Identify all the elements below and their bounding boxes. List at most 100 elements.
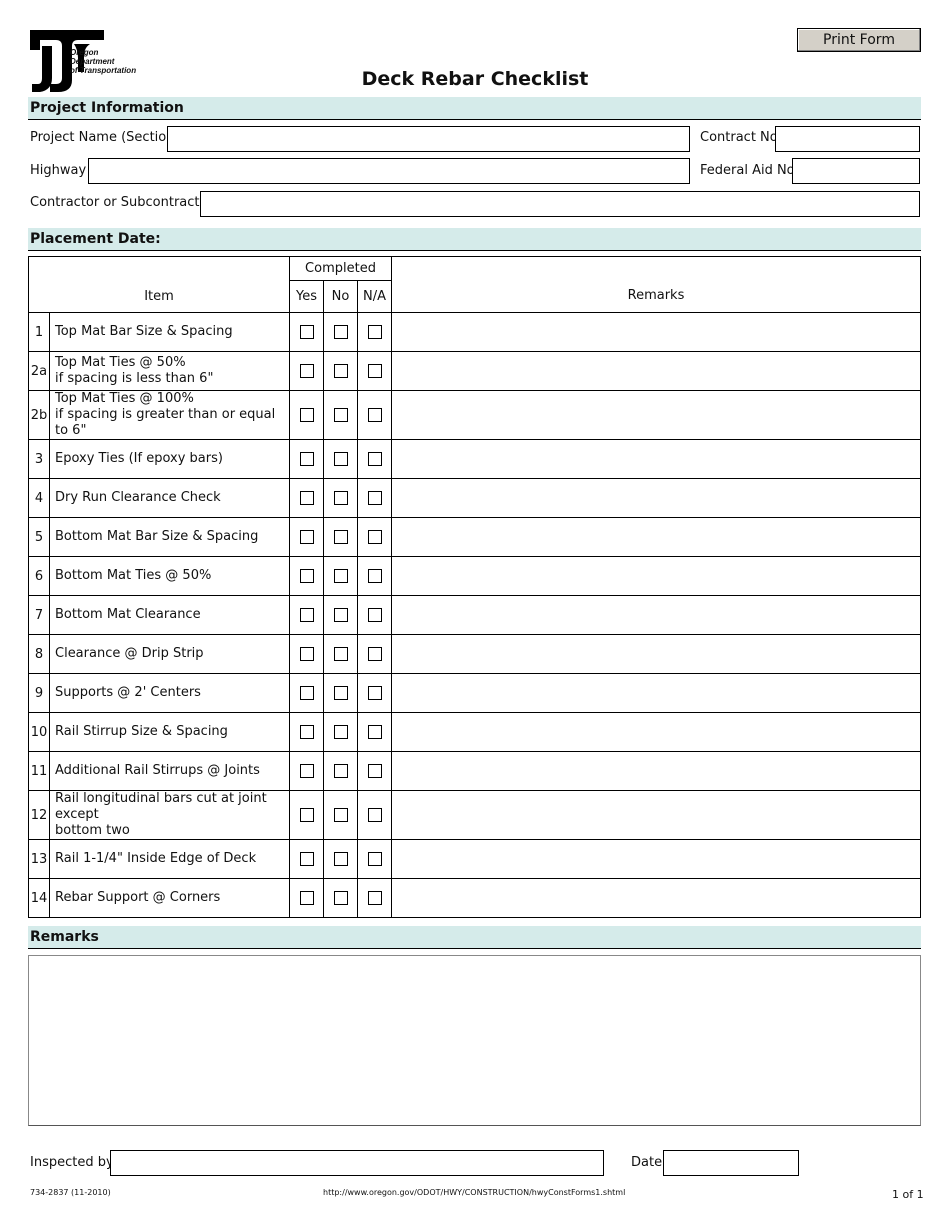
no-cell — [323, 712, 358, 752]
na-checkbox[interactable] — [367, 764, 382, 778]
yes-checkbox[interactable] — [299, 364, 314, 378]
remarks-cell[interactable] — [391, 556, 921, 596]
item-number: 1 — [28, 312, 50, 352]
yes-checkbox[interactable] — [299, 608, 314, 622]
remarks-cell[interactable] — [391, 751, 921, 791]
no-cell — [323, 439, 358, 479]
contractor-field[interactable] — [200, 191, 920, 217]
yes-checkbox[interactable] — [299, 325, 314, 339]
no-checkbox[interactable] — [333, 364, 348, 378]
print-form-button[interactable]: Print Form — [797, 28, 921, 52]
item-text-line1: Bottom Mat Clearance — [55, 607, 201, 622]
remarks-textarea[interactable] — [28, 955, 921, 1126]
item-description: Bottom Mat Bar Size & Spacing — [49, 517, 290, 557]
na-checkbox[interactable] — [367, 491, 382, 505]
remarks-cell[interactable] — [391, 517, 921, 557]
na-checkbox[interactable] — [367, 408, 382, 422]
no-checkbox[interactable] — [333, 408, 348, 422]
na-cell — [357, 634, 392, 674]
na-checkbox[interactable] — [367, 452, 382, 466]
na-cell — [357, 439, 392, 479]
header-na: N/A — [357, 280, 392, 313]
contract-no-field[interactable] — [775, 126, 920, 152]
remarks-cell[interactable] — [391, 312, 921, 352]
no-cell — [323, 839, 358, 879]
yes-cell — [289, 312, 324, 352]
no-checkbox[interactable] — [333, 569, 348, 583]
no-checkbox[interactable] — [333, 530, 348, 544]
remarks-cell[interactable] — [391, 878, 921, 918]
remarks-cell[interactable] — [391, 478, 921, 518]
yes-checkbox[interactable] — [299, 725, 314, 739]
no-checkbox[interactable] — [333, 764, 348, 778]
no-checkbox[interactable] — [333, 452, 348, 466]
remarks-cell[interactable] — [391, 595, 921, 635]
remarks-cell[interactable] — [391, 634, 921, 674]
checklist-row: 13 Rail 1-1/4" Inside Edge of Deck — [28, 839, 921, 879]
remarks-cell[interactable] — [391, 839, 921, 879]
yes-cell — [289, 673, 324, 713]
na-cell — [357, 790, 392, 840]
na-checkbox[interactable] — [367, 686, 382, 700]
na-checkbox[interactable] — [367, 808, 382, 822]
no-checkbox[interactable] — [333, 686, 348, 700]
na-checkbox[interactable] — [367, 530, 382, 544]
remarks-cell[interactable] — [391, 673, 921, 713]
federal-aid-no-field[interactable] — [792, 158, 920, 184]
yes-checkbox[interactable] — [299, 408, 314, 422]
yes-checkbox[interactable] — [299, 852, 314, 866]
yes-checkbox[interactable] — [299, 808, 314, 822]
item-description: Top Mat Bar Size & Spacing — [49, 312, 290, 352]
checklist-row: 5 Bottom Mat Bar Size & Spacing — [28, 517, 921, 557]
item-number: 3 — [28, 439, 50, 479]
na-checkbox[interactable] — [367, 325, 382, 339]
no-checkbox[interactable] — [333, 725, 348, 739]
remarks-cell[interactable] — [391, 439, 921, 479]
na-checkbox[interactable] — [367, 569, 382, 583]
na-checkbox[interactable] — [367, 852, 382, 866]
remarks-cell[interactable] — [391, 351, 921, 391]
no-cell — [323, 390, 358, 440]
no-checkbox[interactable] — [333, 325, 348, 339]
remarks-cell[interactable] — [391, 790, 921, 840]
checklist-row: 10 Rail Stirrup Size & Spacing — [28, 712, 921, 752]
yes-checkbox[interactable] — [299, 452, 314, 466]
section-heading-project-information: Project Information — [28, 97, 921, 120]
na-checkbox[interactable] — [367, 364, 382, 378]
yes-checkbox[interactable] — [299, 491, 314, 505]
header-no: No — [323, 280, 358, 313]
header-remarks: Remarks — [391, 256, 921, 313]
yes-checkbox[interactable] — [299, 686, 314, 700]
item-number: 8 — [28, 634, 50, 674]
no-checkbox[interactable] — [333, 808, 348, 822]
no-checkbox[interactable] — [333, 647, 348, 661]
highway-field[interactable] — [88, 158, 690, 184]
na-checkbox[interactable] — [367, 608, 382, 622]
na-checkbox[interactable] — [367, 725, 382, 739]
yes-cell — [289, 351, 324, 391]
date-field[interactable] — [663, 1150, 799, 1176]
no-checkbox[interactable] — [333, 852, 348, 866]
na-checkbox[interactable] — [367, 647, 382, 661]
header-item: Item — [28, 256, 290, 313]
yes-checkbox[interactable] — [299, 891, 314, 905]
no-checkbox[interactable] — [333, 491, 348, 505]
inspected-by-field[interactable] — [110, 1150, 604, 1176]
yes-checkbox[interactable] — [299, 530, 314, 544]
item-description: Top Mat Ties @ 100% if spacing is greater… — [49, 390, 290, 440]
checklist-row: 14 Rebar Support @ Corners — [28, 878, 921, 918]
yes-checkbox[interactable] — [299, 647, 314, 661]
yes-checkbox[interactable] — [299, 764, 314, 778]
no-checkbox[interactable] — [333, 891, 348, 905]
project-name-field[interactable] — [167, 126, 690, 152]
item-number: 13 — [28, 839, 50, 879]
yes-checkbox[interactable] — [299, 569, 314, 583]
na-checkbox[interactable] — [367, 891, 382, 905]
logo-line: Department — [70, 57, 115, 66]
remarks-cell[interactable] — [391, 712, 921, 752]
no-checkbox[interactable] — [333, 608, 348, 622]
item-description: Supports @ 2' Centers — [49, 673, 290, 713]
section-heading-remarks: Remarks — [28, 926, 921, 949]
yes-cell — [289, 595, 324, 635]
remarks-cell[interactable] — [391, 390, 921, 440]
